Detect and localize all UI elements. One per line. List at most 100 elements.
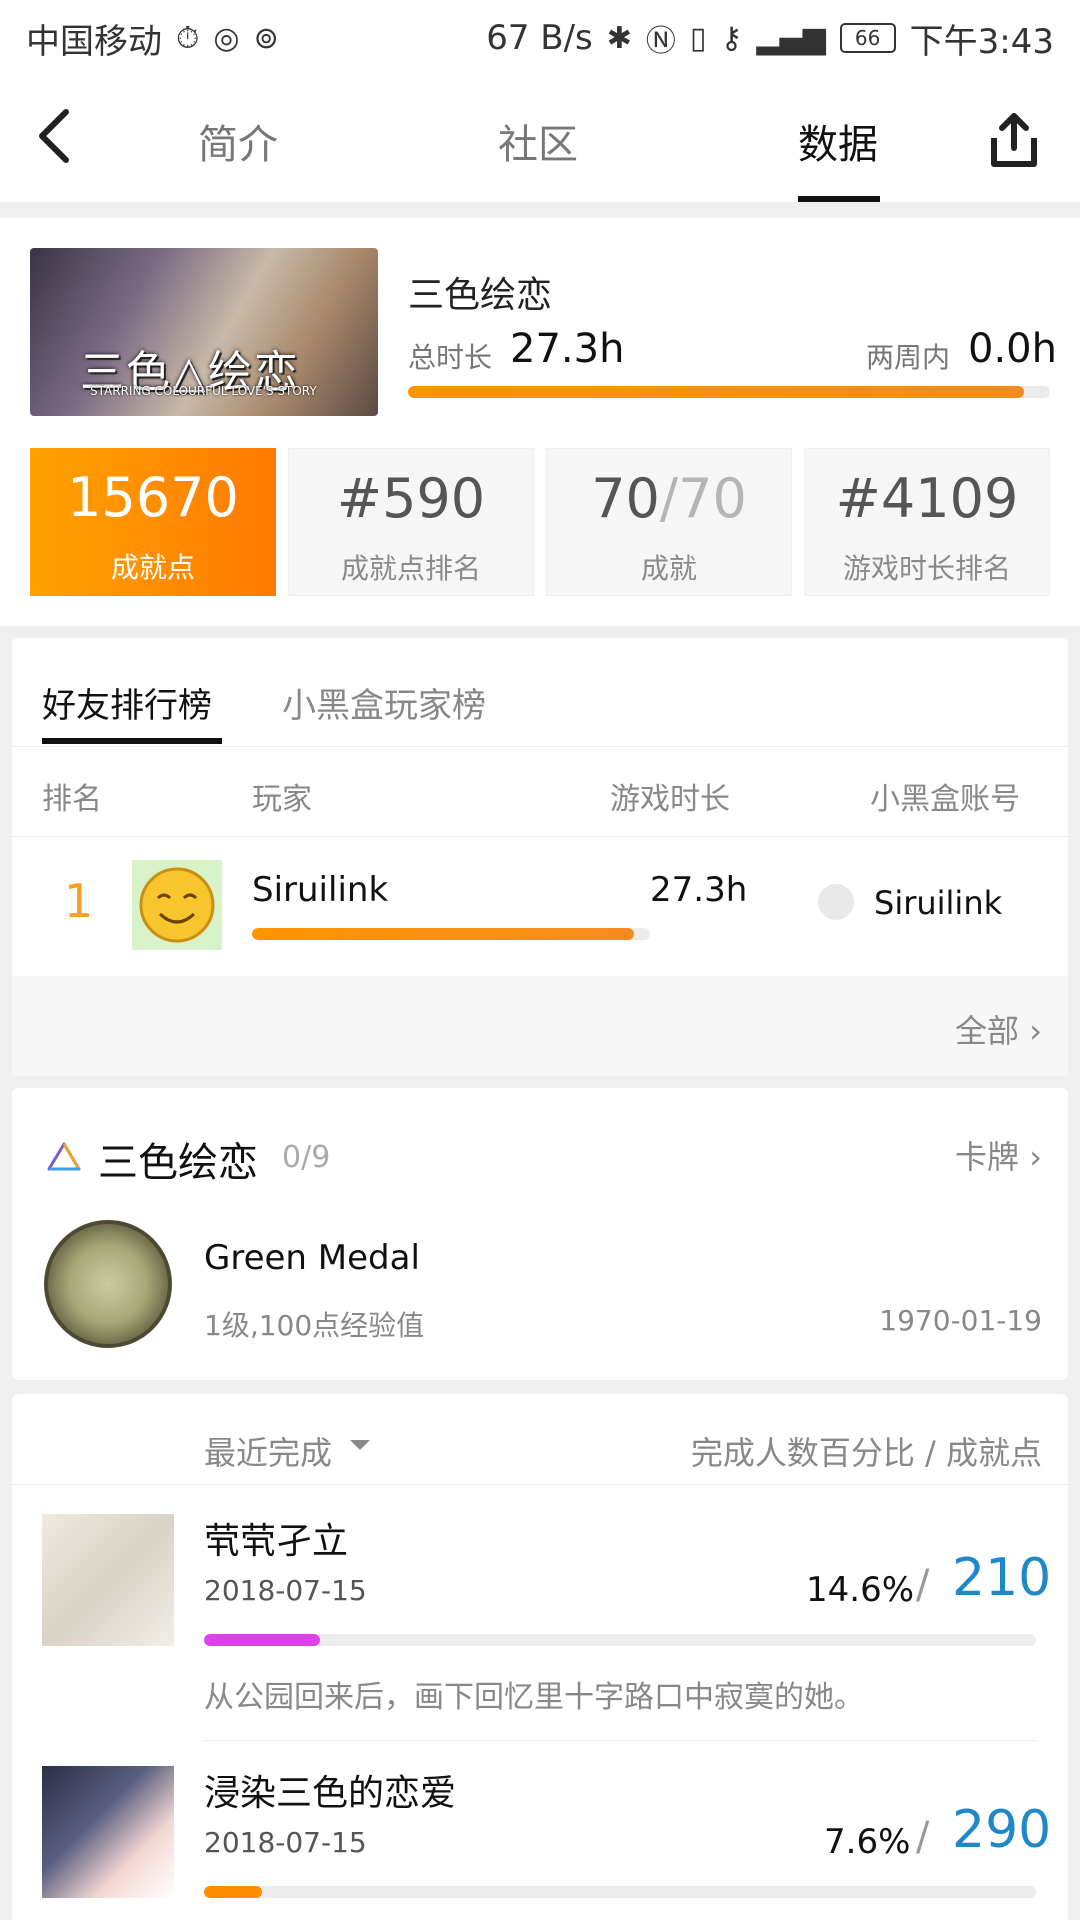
medal-name: Green Medal <box>204 1238 420 1278</box>
achieved-count: 70 <box>591 467 660 530</box>
stat-points-rank[interactable]: #590 成就点排名 <box>288 448 534 596</box>
separator-slash: / <box>916 1562 930 1608</box>
share-icon[interactable] <box>986 110 1042 170</box>
achievement-points: 210 <box>952 1548 1052 1608</box>
top-nav: 简介 社区 数据 <box>0 76 1080 202</box>
carrier-label: 中国移动 <box>26 21 162 62</box>
caret-down-icon[interactable] <box>350 1440 370 1450</box>
stat-value: #4109 <box>835 467 1019 530</box>
tab-intro[interactable]: 简介 <box>198 112 278 170</box>
chevron-right-icon: › <box>1029 1012 1042 1050</box>
ranking-card: 好友排行榜 小黑盒玩家榜 排名 玩家 游戏时长 小黑盒账号 1 Siruilin… <box>12 638 1068 1076</box>
tab-xiaoheihe-ranking[interactable]: 小黑盒玩家榜 <box>282 678 486 727</box>
swirl-icon: ⊚ <box>253 20 279 56</box>
medal-date: 1970-01-19 <box>879 1304 1042 1337</box>
total-count: /70 <box>659 467 747 530</box>
achievement-thumbnail <box>42 1766 174 1898</box>
divider <box>204 1740 1036 1741</box>
stat-label: 游戏时长排名 <box>842 552 1011 585</box>
medal-image[interactable] <box>44 1220 172 1348</box>
game-cover-image[interactable]: 三色△绘恋 STARRING COLOURFUL LOVE'S STORY <box>30 248 378 416</box>
cards-link[interactable]: 卡牌 › <box>955 1132 1042 1178</box>
total-time-value: 27.3h <box>510 326 625 372</box>
game-title: 三色绘恋 <box>408 275 553 316</box>
two-weeks-label: 两周内 <box>866 341 951 374</box>
stat-value: #590 <box>336 467 486 530</box>
battery-icon: 66 <box>839 23 896 53</box>
rank-number: 1 <box>64 874 94 928</box>
stat-label: 成就点排名 <box>340 552 481 585</box>
view-all-row: 全部 › <box>12 976 1068 1076</box>
stopwatch-icon: ⏱ <box>176 20 200 56</box>
achievement-progress-fill <box>204 1634 321 1646</box>
section-title: 三色绘恋 <box>98 1140 258 1186</box>
playtime-bar-fill <box>408 386 1025 398</box>
column-account: 小黑盒账号 <box>870 782 1020 817</box>
stat-label: 成就点 <box>110 551 195 584</box>
column-playtime: 游戏时长 <box>610 782 730 817</box>
divider <box>12 836 1068 837</box>
ranking-tab-indicator <box>42 738 222 744</box>
status-bar: 中国移动 ⏱ ◎ ⊚ 67 B/s ✱ Ⓝ ▯ ⚷ ▂▄▆ 66 下午3:43 <box>0 0 1080 76</box>
bluetooth-icon: ✱ <box>606 20 632 56</box>
achievement-description: 从公园回来后，画下回忆里十字路口中寂寞的她。 <box>204 1680 864 1715</box>
game-cards-section: 三色绘恋 0/9 卡牌 › Green Medal 1级,100点经验值 197… <box>12 1088 1068 1380</box>
stat-achievement-points[interactable]: 15670 成就点 <box>30 448 276 596</box>
column-player: 玩家 <box>252 782 312 817</box>
achievement-title: 浸染三色的恋爱 <box>204 1773 457 1814</box>
sort-dropdown[interactable]: 最近完成 <box>204 1428 332 1474</box>
achievement-points: 290 <box>952 1800 1052 1860</box>
player-name[interactable]: Siruilink <box>252 870 388 910</box>
cover-subtitle: STARRING COLOURFUL LOVE'S STORY <box>90 384 317 398</box>
achievement-progress-bar <box>204 1886 1036 1898</box>
account-name[interactable]: Siruilink <box>874 884 1002 922</box>
key-icon: ⚷ <box>720 20 743 56</box>
camera-lens-icon: ◎ <box>213 20 240 56</box>
vibrate-icon: ▯ <box>689 20 707 56</box>
achievement-thumbnail <box>42 1514 174 1646</box>
two-weeks-value: 0.0h <box>968 326 1057 372</box>
nfc-icon: Ⓝ <box>645 24 676 59</box>
player-playtime: 27.3h <box>650 870 748 910</box>
player-playtime-bar <box>252 928 650 940</box>
total-time-label: 总时长 <box>408 341 493 374</box>
chevron-right-icon: › <box>1029 1138 1042 1176</box>
stat-value: 70/70 <box>547 467 791 530</box>
separator-slash: / <box>916 1814 930 1860</box>
stat-achievements[interactable]: 70/70 成就 <box>546 448 792 596</box>
achievement-progress-bar <box>204 1634 1036 1646</box>
stat-label: 成就 <box>640 552 697 585</box>
column-rank: 排名 <box>42 782 102 817</box>
achievement-date: 2018-07-15 <box>204 1574 367 1607</box>
tab-friends-ranking[interactable]: 好友排行榜 <box>42 678 212 727</box>
back-arrow-icon[interactable] <box>24 104 84 168</box>
player-playtime-bar-fill <box>252 928 635 940</box>
divider <box>12 746 1068 747</box>
achievement-percent: 7.6% <box>824 1822 911 1862</box>
account-avatar-icon <box>818 884 854 920</box>
tab-data[interactable]: 数据 <box>798 112 878 170</box>
active-tab-indicator <box>798 196 880 202</box>
card-count: 0/9 <box>282 1140 331 1175</box>
divider <box>12 1484 1068 1485</box>
avatar[interactable] <box>132 860 222 950</box>
playtime-bar <box>408 386 1050 398</box>
clock: 下午3:43 <box>909 21 1054 62</box>
game-summary-card: 三色△绘恋 STARRING COLOURFUL LOVE'S STORY 三色… <box>0 218 1080 626</box>
signal-icon: ▂▄▆ <box>756 20 826 56</box>
stat-value: 15670 <box>67 466 239 529</box>
view-all-label: 全部 <box>955 1012 1020 1050</box>
medal-description: 1级,100点经验值 <box>204 1309 425 1342</box>
achievement-progress-fill <box>204 1886 263 1898</box>
triangle-logo-icon <box>47 1142 81 1171</box>
cards-link-label: 卡牌 <box>955 1138 1020 1176</box>
stat-playtime-rank[interactable]: #4109 游戏时长排名 <box>804 448 1050 596</box>
achievement-date: 2018-07-15 <box>204 1826 367 1859</box>
tab-community[interactable]: 社区 <box>498 112 578 170</box>
achievements-list: 最近完成 完成人数百分比 / 成就点 茕茕孑立 2018-07-15 14.6%… <box>12 1394 1068 1920</box>
view-all-link[interactable]: 全部 › <box>955 1006 1042 1052</box>
network-speed: 67 B/s <box>486 18 593 58</box>
achievement-title: 茕茕孑立 <box>204 1521 349 1562</box>
achievement-percent: 14.6% <box>806 1570 915 1610</box>
list-header-right: 完成人数百分比 / 成就点 <box>690 1434 1042 1472</box>
